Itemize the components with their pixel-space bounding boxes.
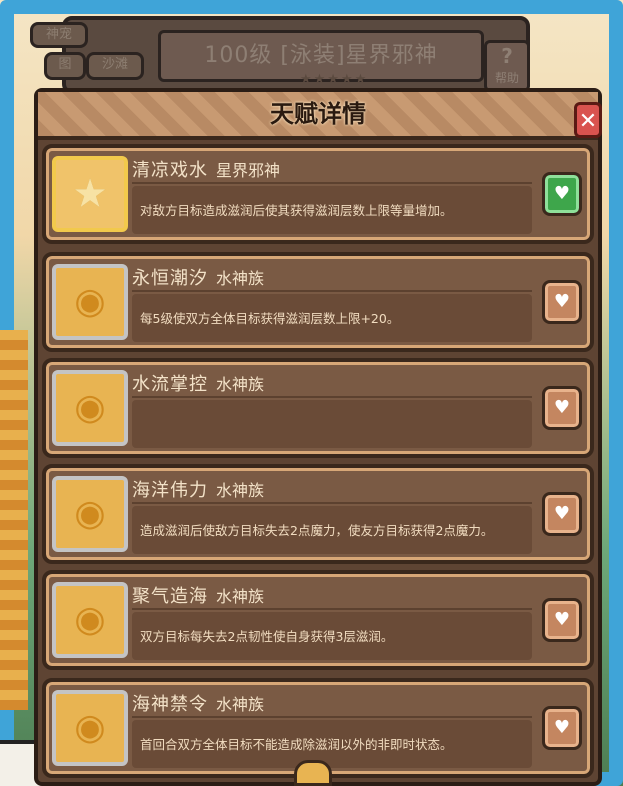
water-god-icon: ◉ <box>74 599 106 640</box>
talent-faction: 水神族 <box>216 269 265 288</box>
scroll-indicator[interactable] <box>294 760 332 786</box>
talent-description: 每5级使双方全体目标获得滋润层数上限+20。 <box>140 311 400 326</box>
star-icon: ★ <box>52 156 128 232</box>
star-rating-icon: ★★★★★ <box>300 72 369 87</box>
question-icon: ? <box>501 44 513 68</box>
talent-name-row: 清凉戏水 星界邪神 <box>132 156 532 184</box>
heart-icon: ♥ <box>553 609 571 630</box>
talent-card[interactable]: ◉ 海洋伟力 水神族造成滋润后使敌方目标失去2点魔力，使友方目标获得2点魔力。 ♥ <box>42 464 594 564</box>
favorite-button[interactable]: ♥ <box>542 172 582 216</box>
water-god-icon: ◉ <box>52 582 128 658</box>
tab-label: 神宠 <box>45 27 72 42</box>
talent-description-box <box>132 400 532 448</box>
favorite-button[interactable]: ♥ <box>542 492 582 536</box>
talent-name-row: 海神禁令 水神族 <box>132 690 532 718</box>
heart-icon: ♥ <box>553 183 571 204</box>
talent-name: 海神禁令 <box>132 694 208 715</box>
water-god-icon: ◉ <box>74 493 106 534</box>
background-decoration <box>0 330 28 710</box>
favorite-button[interactable]: ♥ <box>542 598 582 642</box>
talent-name-row: 水流掌控 水神族 <box>132 370 532 398</box>
heart-icon: ♥ <box>553 291 571 312</box>
talent-description-box: 对敌方目标造成滋润后使其获得滋润层数上限等量增加。 <box>132 186 532 234</box>
talent-card[interactable]: ◉ 水流掌控 水神族 ♥ <box>42 358 594 458</box>
water-god-icon: ◉ <box>52 370 128 446</box>
water-god-icon: ◉ <box>74 387 106 428</box>
talent-faction: 水神族 <box>216 481 265 500</box>
talent-name: 永恒潮汐 <box>132 268 208 289</box>
talent-faction: 水神族 <box>216 587 265 606</box>
water-god-icon: ◉ <box>52 264 128 340</box>
talent-panel: 天赋详情 ✕ ★ 清凉戏水 星界邪神对敌方目标造成滋润后使其获得滋润层数上限等量增加… <box>34 88 602 786</box>
help-label: 帮助 <box>494 71 519 85</box>
talent-name-row: 永恒潮汐 水神族 <box>132 264 532 292</box>
panel-title: 天赋详情 <box>270 100 366 128</box>
talent-description: 首回合双方全体目标不能造成除滋润以外的非即时状态。 <box>140 737 453 752</box>
talent-card[interactable]: ◉ 永恒潮汐 水神族每5级使双方全体目标获得滋润层数上限+20。 ♥ <box>42 252 594 352</box>
talent-faction: 星界邪神 <box>216 161 281 180</box>
close-icon: ✕ <box>578 109 598 134</box>
talent-faction: 水神族 <box>216 375 265 394</box>
water-god-icon: ◉ <box>74 281 106 322</box>
talent-description-box: 首回合双方全体目标不能造成除滋润以外的非即时状态。 <box>132 720 532 768</box>
talent-description: 造成滋润后使敌方目标失去2点魔力，使友方目标获得2点魔力。 <box>140 523 494 538</box>
talent-name: 聚气造海 <box>132 586 208 607</box>
favorite-button[interactable]: ♥ <box>542 706 582 750</box>
talent-faction: 水神族 <box>216 695 265 714</box>
tab-pet[interactable]: 神宠 <box>30 22 88 48</box>
star-icon: ★ <box>72 171 108 217</box>
tab-label: 图 <box>58 57 72 72</box>
talent-name: 水流掌控 <box>132 374 208 395</box>
heart-icon: ♥ <box>553 503 571 524</box>
talent-card[interactable]: ◉ 聚气造海 水神族双方目标每失去2点韧性使自身获得3层滋润。 ♥ <box>42 570 594 670</box>
talent-name: 海洋伟力 <box>132 480 208 501</box>
water-god-icon: ◉ <box>74 707 106 748</box>
close-button[interactable]: ✕ <box>574 102 602 138</box>
tab-label: 沙滩 <box>101 57 128 72</box>
heart-icon: ♥ <box>553 717 571 738</box>
talent-description-box: 每5级使双方全体目标获得滋润层数上限+20。 <box>132 294 532 342</box>
talent-description: 对敌方目标造成滋润后使其获得滋润层数上限等量增加。 <box>140 203 453 218</box>
help-button[interactable]: ? 帮助 <box>484 40 530 92</box>
tab-map[interactable]: 图 <box>44 52 86 80</box>
favorite-button[interactable]: ♥ <box>542 280 582 324</box>
talent-card[interactable]: ★ 清凉戏水 星界邪神对敌方目标造成滋润后使其获得滋润层数上限等量增加。 ♥ <box>42 144 594 244</box>
heart-icon: ♥ <box>553 397 571 418</box>
talent-description-box: 双方目标每失去2点韧性使自身获得3层滋润。 <box>132 612 532 660</box>
tab-beach[interactable]: 沙滩 <box>86 52 144 80</box>
talent-description-box: 造成滋润后使敌方目标失去2点魔力，使友方目标获得2点魔力。 <box>132 506 532 554</box>
water-god-icon: ◉ <box>52 476 128 552</box>
favorite-button[interactable]: ♥ <box>542 386 582 430</box>
talent-name: 清凉戏水 <box>132 160 208 181</box>
talent-description: 双方目标每失去2点韧性使自身获得3层滋润。 <box>140 629 394 644</box>
water-god-icon: ◉ <box>52 690 128 766</box>
talent-name-row: 聚气造海 水神族 <box>132 582 532 610</box>
talent-name-row: 海洋伟力 水神族 <box>132 476 532 504</box>
